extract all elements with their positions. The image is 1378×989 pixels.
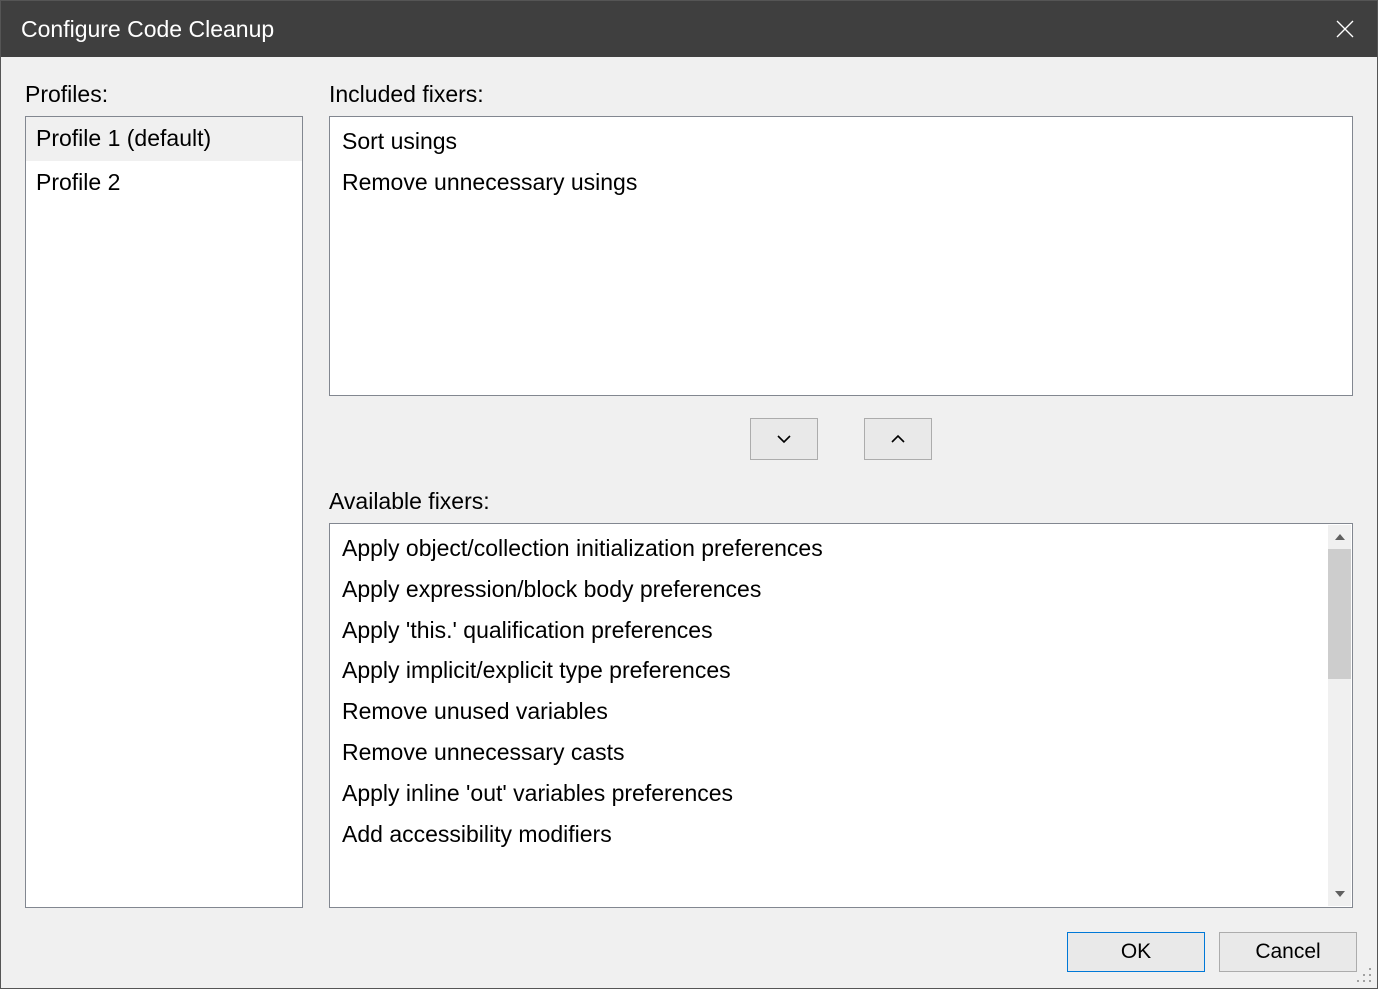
dialog-footer: OK Cancel <box>1 908 1377 988</box>
available-fixer-item[interactable]: Add accessibility modifiers <box>330 814 1328 855</box>
available-fixers-section: Available fixers: Apply object/collectio… <box>329 488 1353 908</box>
included-fixer-item[interactable]: Remove unnecessary usings <box>330 162 1352 203</box>
scrollbar[interactable] <box>1328 525 1351 906</box>
profiles-panel: Profiles: Profile 1 (default)Profile 2 <box>25 81 303 908</box>
dialog-window: Configure Code Cleanup Profiles: Profile… <box>0 0 1378 989</box>
available-fixer-item[interactable]: Remove unnecessary casts <box>330 732 1328 773</box>
available-fixers-label: Available fixers: <box>329 488 1353 515</box>
dialog-title: Configure Code Cleanup <box>21 16 1313 43</box>
chevron-down-icon <box>775 433 793 445</box>
scroll-track-space[interactable] <box>1328 679 1351 882</box>
scroll-up-icon <box>1335 534 1345 540</box>
scroll-thumb[interactable] <box>1328 549 1351 679</box>
fixers-panel: Included fixers: Sort usingsRemove unnec… <box>329 81 1353 908</box>
scroll-down-icon <box>1335 891 1345 897</box>
scroll-up-button[interactable] <box>1328 525 1351 549</box>
available-fixer-item[interactable]: Apply expression/block body preferences <box>330 569 1328 610</box>
included-fixers-label: Included fixers: <box>329 81 1353 108</box>
available-fixer-item[interactable]: Apply inline 'out' variables preferences <box>330 773 1328 814</box>
included-fixer-item[interactable]: Sort usings <box>330 121 1352 162</box>
chevron-up-icon <box>889 433 907 445</box>
profiles-listbox[interactable]: Profile 1 (default)Profile 2 <box>25 116 303 908</box>
resize-grip-icon[interactable] <box>1355 966 1373 984</box>
included-fixers-listbox[interactable]: Sort usingsRemove unnecessary usings <box>329 116 1353 396</box>
profiles-label: Profiles: <box>25 81 303 108</box>
move-buttons-row <box>329 396 1353 488</box>
move-down-button[interactable] <box>750 418 818 460</box>
scroll-down-button[interactable] <box>1328 882 1351 906</box>
available-fixers-listbox[interactable]: Apply object/collection initialization p… <box>329 523 1353 908</box>
ok-button[interactable]: OK <box>1067 932 1205 972</box>
move-up-button[interactable] <box>864 418 932 460</box>
close-button[interactable] <box>1313 1 1377 57</box>
cancel-button[interactable]: Cancel <box>1219 932 1357 972</box>
available-fixers-inner: Apply object/collection initialization p… <box>330 524 1328 907</box>
available-fixer-item[interactable]: Apply 'this.' qualification preferences <box>330 610 1328 651</box>
dialog-content: Profiles: Profile 1 (default)Profile 2 I… <box>1 57 1377 908</box>
available-fixer-item[interactable]: Apply implicit/explicit type preferences <box>330 650 1328 691</box>
profile-item[interactable]: Profile 2 <box>26 161 302 205</box>
profile-item[interactable]: Profile 1 (default) <box>26 117 302 161</box>
available-fixer-item[interactable]: Apply object/collection initialization p… <box>330 528 1328 569</box>
titlebar: Configure Code Cleanup <box>1 1 1377 57</box>
available-fixer-item[interactable]: Remove unused variables <box>330 691 1328 732</box>
close-icon <box>1335 19 1355 39</box>
